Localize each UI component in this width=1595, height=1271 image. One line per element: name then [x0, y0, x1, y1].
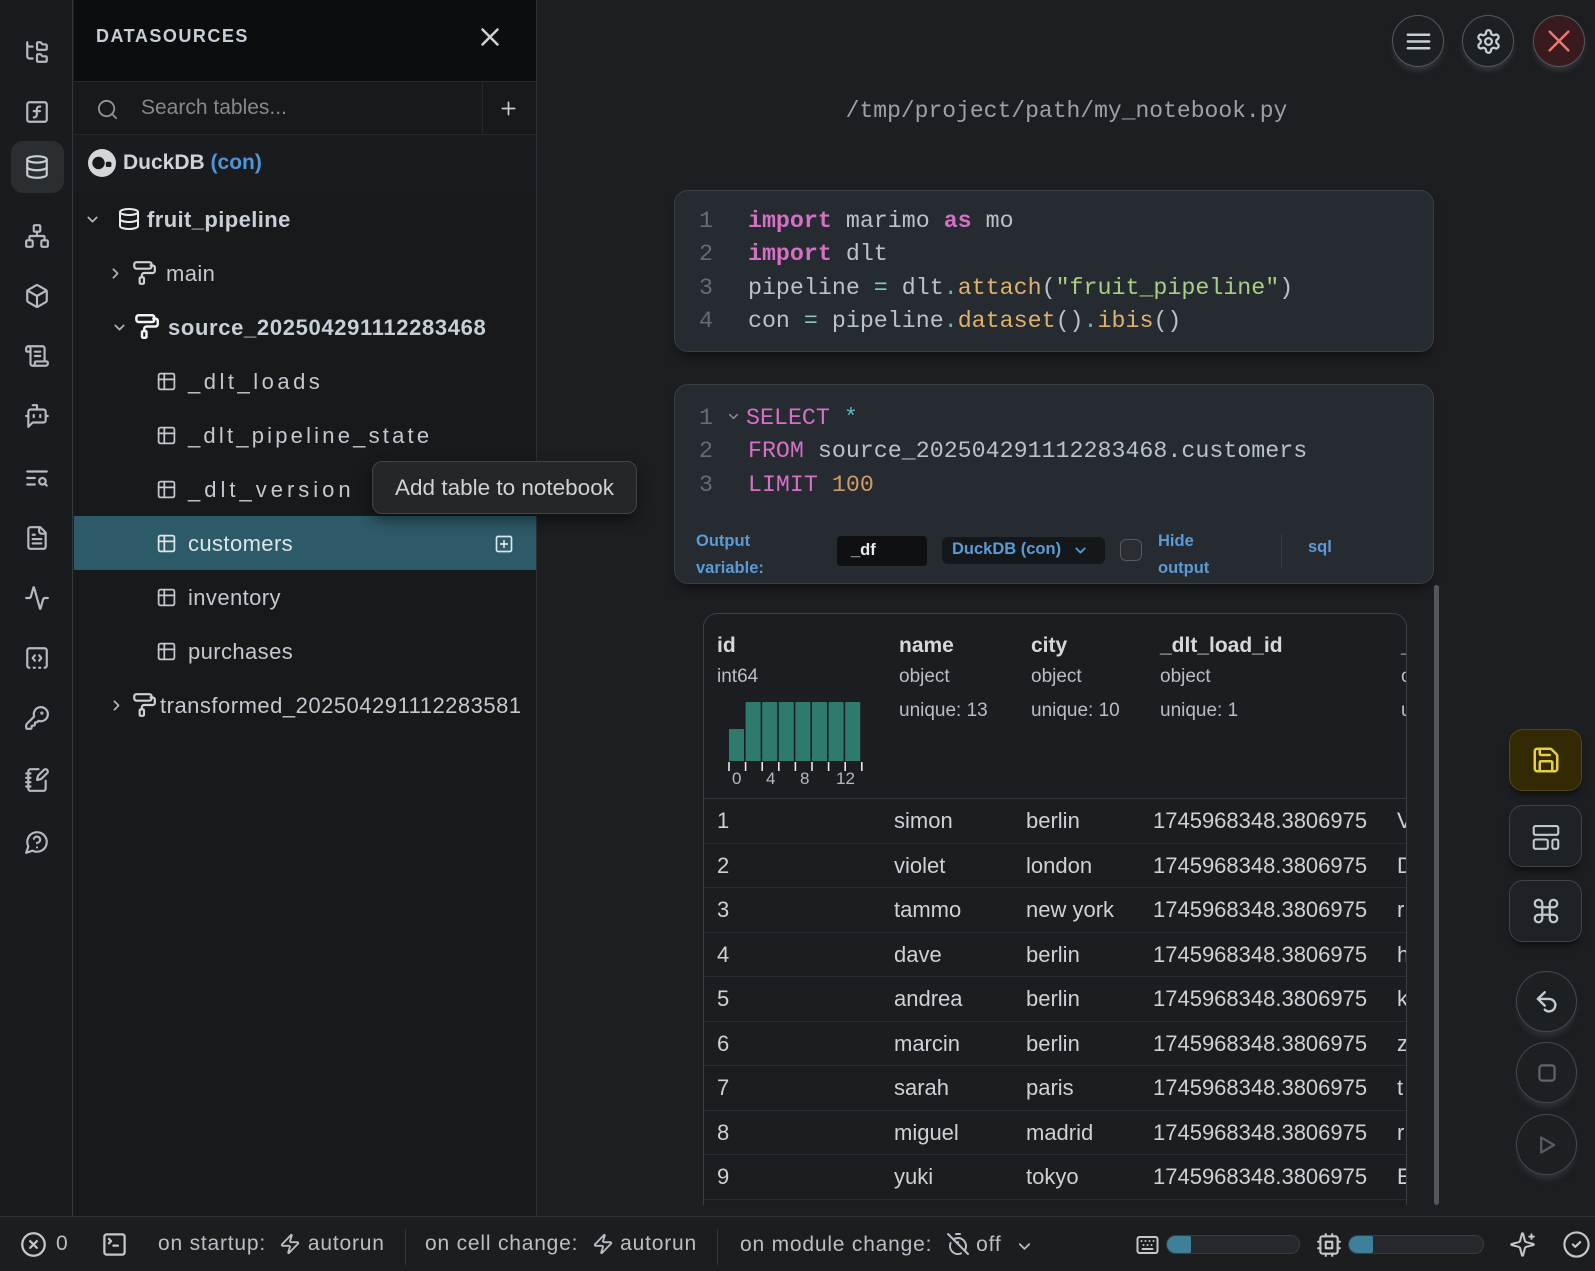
svg-text:12: 12 — [836, 769, 855, 786]
svg-text:4: 4 — [766, 769, 775, 786]
svg-text:8: 8 — [800, 769, 809, 786]
svg-text:0: 0 — [732, 769, 741, 786]
